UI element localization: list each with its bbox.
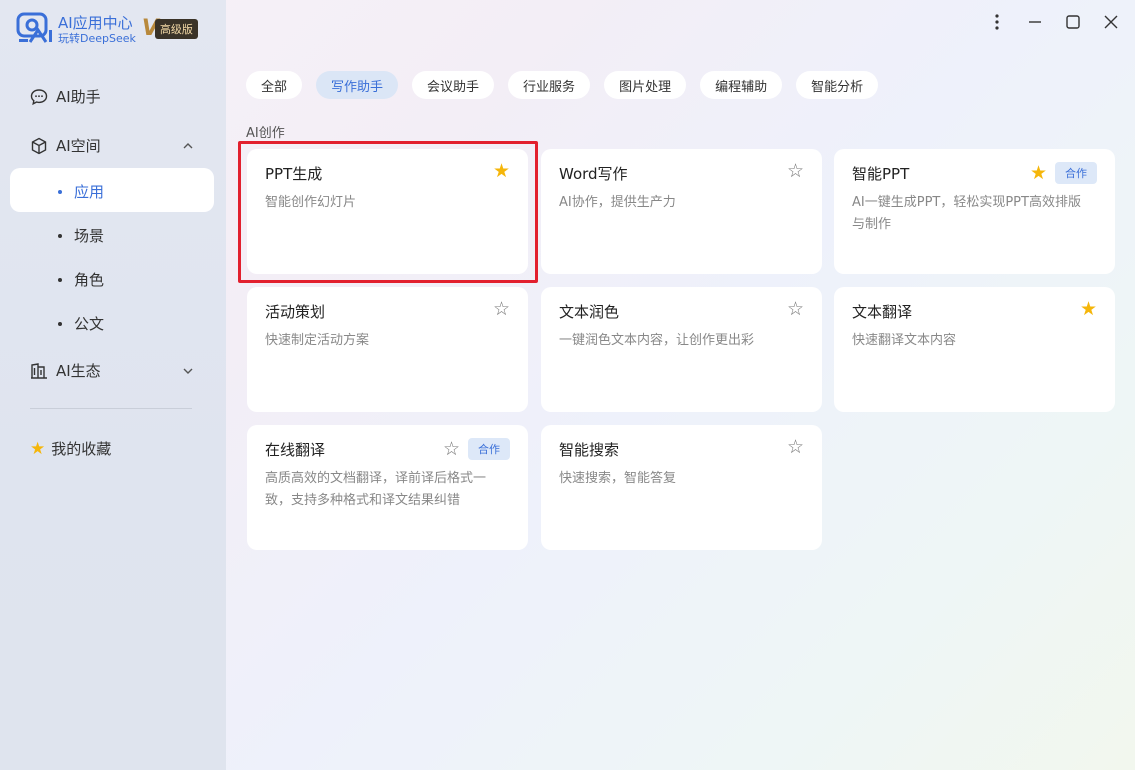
card-description: 快速搜索，智能答复: [559, 471, 677, 486]
partner-badge: 合作: [1055, 162, 1097, 184]
star-outline-icon[interactable]: ☆: [787, 300, 804, 319]
sidebar-subitem-scenes[interactable]: 场景: [58, 225, 104, 246]
star-outline-icon[interactable]: ☆: [787, 162, 804, 181]
building-icon: [31, 362, 47, 379]
app-title: AI应用中心: [58, 13, 133, 32]
card-title: 文本润色: [559, 303, 620, 321]
chevron-up-icon[interactable]: [182, 140, 194, 152]
app-logo-icon: [16, 12, 52, 43]
sidebar-item-label: AI助手: [56, 88, 101, 106]
tab-all[interactable]: 全部: [246, 71, 303, 99]
star-filled-icon[interactable]: ★: [493, 162, 510, 181]
card-description: 智能创作幻灯片: [265, 195, 357, 210]
category-tabs: 全部 写作助手 会议助手 行业服务 图片处理 编程辅助 智能分析: [246, 71, 879, 99]
bullet-dot: [58, 277, 62, 282]
card-description: 快速翻译文本内容: [852, 333, 957, 348]
app-card-smart-search[interactable]: 智能搜索 快速搜索，智能答复 ☆: [541, 425, 822, 550]
star-outline-icon[interactable]: ☆: [443, 439, 460, 459]
app-card-event-planning[interactable]: 活动策划 快速制定活动方案 ☆: [247, 287, 528, 412]
chat-bubble-icon: [30, 88, 48, 105]
app-card-text-polish[interactable]: 文本润色 一键润色文本内容，让创作更出彩 ☆: [541, 287, 822, 412]
bullet-dot: [58, 321, 62, 326]
tab-meeting-assistant[interactable]: 会议助手: [412, 71, 495, 99]
partner-badge: 合作: [468, 438, 510, 460]
more-vertical-icon[interactable]: [989, 14, 1005, 30]
card-title: PPT生成: [265, 165, 323, 183]
star-outline-icon[interactable]: ☆: [787, 438, 804, 457]
sidebar-subitem-row: 应用: [58, 181, 104, 202]
sidebar-subitem-label: 角色: [74, 271, 105, 289]
sidebar-item-label: AI生态: [56, 362, 101, 380]
star-icon: ★: [30, 438, 46, 459]
sidebar-subitem-apps[interactable]: 应用: [10, 168, 214, 212]
app-card-online-translate[interactable]: 在线翻译 高质高效的文档翻译，译前译后格式一致，支持多种格式和译文结果纠错 ☆ …: [247, 425, 528, 550]
star-filled-icon[interactable]: ★: [1030, 163, 1047, 183]
app-card-ppt-generate[interactable]: PPT生成 智能创作幻灯片 ★: [247, 149, 528, 274]
card-description: AI一键生成PPT，轻松实现PPT高效排版与制作: [852, 195, 1081, 232]
app-card-word-writing[interactable]: Word写作 AI协作，提供生产力 ☆: [541, 149, 822, 274]
tab-smart-analysis[interactable]: 智能分析: [796, 71, 879, 99]
window-controls: [989, 14, 1119, 30]
sidebar-divider: [30, 408, 192, 409]
app-logo: AI应用中心 玩转DeepSeek V 高级版: [16, 12, 198, 46]
maximize-icon[interactable]: [1065, 14, 1081, 30]
card-title: 文本翻译: [852, 303, 913, 321]
card-description: AI协作，提供生产力: [559, 195, 676, 210]
close-icon[interactable]: [1103, 14, 1119, 30]
sidebar-item-ai-space[interactable]: AI空间: [30, 135, 200, 156]
sidebar-item-favorites[interactable]: ★ 我的收藏: [30, 438, 111, 459]
card-title: 活动策划: [265, 303, 326, 321]
sidebar-subitem-label: 场景: [74, 227, 105, 245]
tab-programming[interactable]: 编程辅助: [700, 71, 783, 99]
star-filled-icon[interactable]: ★: [1080, 300, 1097, 319]
tab-image-processing[interactable]: 图片处理: [604, 71, 687, 99]
sidebar-subitem-documents[interactable]: 公文: [58, 313, 104, 334]
app-card-text-translate[interactable]: 文本翻译 快速翻译文本内容 ★: [834, 287, 1115, 412]
bullet-dot: [58, 233, 62, 238]
section-title: AI创作: [246, 126, 285, 141]
card-description: 高质高效的文档翻译，译前译后格式一致，支持多种格式和译文结果纠错: [265, 471, 487, 508]
sidebar-item-label: AI空间: [56, 137, 101, 155]
minimize-icon[interactable]: [1027, 14, 1043, 30]
card-description: 快速制定活动方案: [265, 333, 370, 348]
tab-industry-services[interactable]: 行业服务: [508, 71, 591, 99]
sidebar-subitem-roles[interactable]: 角色: [58, 269, 104, 290]
sidebar: AI应用中心 玩转DeepSeek V 高级版 AI助手 AI空间 应用 场景 …: [0, 0, 226, 770]
card-title: Word写作: [559, 165, 628, 183]
bullet-dot: [58, 189, 62, 194]
sidebar-subitem-label: 应用: [74, 183, 105, 201]
app-card-smart-ppt[interactable]: 智能PPT AI一键生成PPT，轻松实现PPT高效排版与制作 ★ 合作: [834, 149, 1115, 274]
card-title: 智能搜索: [559, 441, 620, 459]
tab-writing-assistant[interactable]: 写作助手: [316, 71, 399, 99]
card-description: 一键润色文本内容，让创作更出彩: [559, 333, 755, 348]
star-outline-icon[interactable]: ☆: [493, 300, 510, 319]
sidebar-item-ai-assistant[interactable]: AI助手: [30, 86, 101, 107]
cube-icon: [31, 137, 47, 154]
app-subtitle: 玩转DeepSeek: [58, 31, 136, 45]
chevron-down-icon[interactable]: [182, 365, 194, 377]
vip-label: 高级版: [154, 19, 198, 39]
vip-badge: V 高级版: [142, 18, 198, 40]
sidebar-item-label: 我的收藏: [51, 440, 112, 458]
sidebar-item-ai-ecosystem[interactable]: AI生态: [30, 360, 200, 381]
sidebar-subitem-label: 公文: [74, 315, 105, 333]
